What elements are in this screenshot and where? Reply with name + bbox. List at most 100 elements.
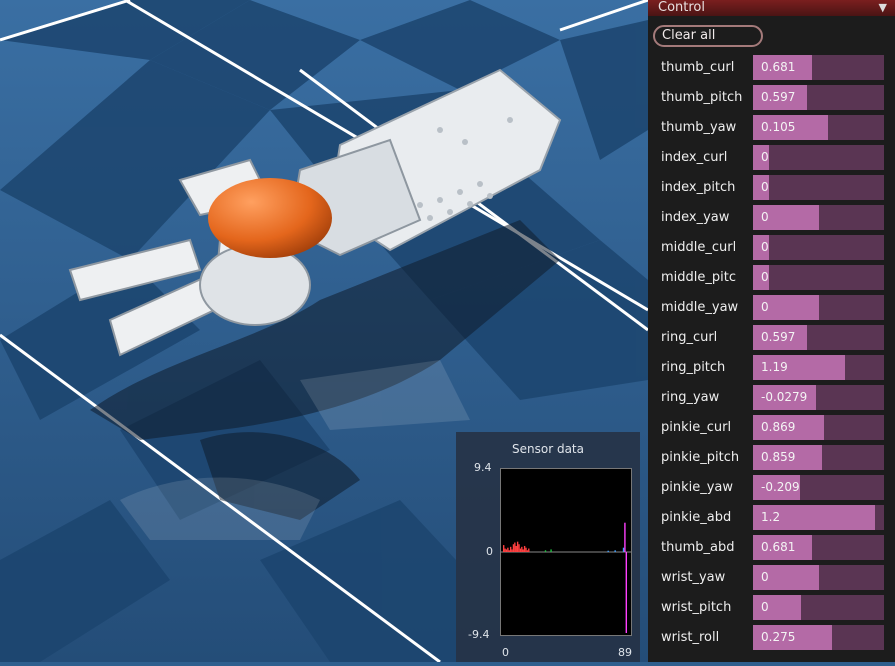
slider-label: index_pitch <box>661 180 736 195</box>
slider-track[interactable]: 0 <box>753 145 884 170</box>
slider-label: thumb_yaw <box>661 120 737 135</box>
y-tick-min: -9.4 <box>468 628 490 641</box>
triangle-down-icon[interactable]: ▼ <box>879 0 887 15</box>
chart-title: Sensor data <box>512 442 584 456</box>
slider-value: 0.681 <box>761 60 796 74</box>
slider-row-wrist-pitch: wrist_pitch 0 <box>648 593 895 623</box>
sensor-bar <box>512 544 515 552</box>
slider-label: thumb_pitch <box>661 90 743 105</box>
sensor-bar <box>508 550 510 552</box>
slider-label: wrist_yaw <box>661 570 726 585</box>
slider-value: 0.681 <box>761 540 796 554</box>
slider-value: 1.19 <box>761 360 788 374</box>
x-tick-max: 89 <box>618 646 632 659</box>
sensor-bar <box>625 552 628 633</box>
sensor-bar <box>516 541 519 552</box>
sensor-bar <box>518 544 520 552</box>
y-tick-max: 9.4 <box>474 461 492 474</box>
sensor-bar <box>614 550 616 552</box>
slider-row-index-pitch: index_pitch 0 <box>648 173 895 203</box>
slider-row-index-curl: index_curl 0 <box>648 143 895 173</box>
slider-track[interactable]: 0.597 <box>753 85 884 110</box>
slider-label: index_curl <box>661 150 728 165</box>
slider-track[interactable]: 0 <box>753 265 884 290</box>
slider-row-ring-pitch: ring_pitch 1.19 <box>648 353 895 383</box>
slider-value: -0.209 <box>761 480 800 494</box>
sensor-bar <box>525 547 527 552</box>
sensor-bar <box>521 546 523 552</box>
slider-value: 0 <box>761 240 769 254</box>
slider-label: pinkie_yaw <box>661 480 734 495</box>
sensor-bar <box>526 550 529 552</box>
slider-value: 0.597 <box>761 90 796 104</box>
slider-row-thumb-yaw: thumb_yaw 0.105 <box>648 113 895 143</box>
slider-row-thumb-curl: thumb_curl 0.681 <box>648 53 895 83</box>
slider-label: pinkie_pitch <box>661 450 740 465</box>
slider-track[interactable]: 0 <box>753 175 884 200</box>
sensor-bar <box>607 550 609 552</box>
sensor-bar <box>503 545 505 552</box>
slider-track[interactable]: 0.681 <box>753 535 884 560</box>
x-tick-min: 0 <box>502 646 509 659</box>
slider-label: ring_yaw <box>661 390 720 405</box>
slider-value: 0 <box>761 150 769 164</box>
slider-row-pinkie-curl: pinkie_curl 0.869 <box>648 413 895 443</box>
slider-row-index-yaw: index_yaw 0 <box>648 203 895 233</box>
slider-label: pinkie_abd <box>661 510 732 525</box>
slider-track[interactable]: 0 <box>753 595 884 620</box>
slider-track[interactable]: 0.859 <box>753 445 884 470</box>
slider-row-ring-yaw: ring_yaw -0.0279 <box>648 383 895 413</box>
sensor-bar <box>507 547 509 552</box>
sensor-bar <box>509 546 512 552</box>
sensor-bar <box>514 542 516 552</box>
slider-row-thumb-pitch: thumb_pitch 0.597 <box>648 83 895 113</box>
slider-value: 0.869 <box>761 420 796 434</box>
slider-value: 0 <box>761 270 769 284</box>
slider-label: index_yaw <box>661 210 730 225</box>
slider-track[interactable]: 0 <box>753 235 884 260</box>
slider-track[interactable]: -0.0279 <box>753 385 884 410</box>
slider-row-wrist-roll: wrist_roll 0.275 <box>648 623 895 653</box>
sensor-bar <box>515 545 517 552</box>
slider-track[interactable]: 1.2 <box>753 505 884 530</box>
control-panel: Control ▼ Clear all thumb_curl 0.681 thumb… <box>648 0 895 662</box>
slider-track[interactable]: 0.681 <box>753 55 884 80</box>
slider-track[interactable]: 0.869 <box>753 415 884 440</box>
slider-value: 0.105 <box>761 120 796 134</box>
slider-label: pinkie_curl <box>661 420 732 435</box>
slider-value: 0 <box>761 600 769 614</box>
slider-track[interactable]: 0 <box>753 565 884 590</box>
y-tick-zero: 0 <box>486 545 493 558</box>
slider-row-pinkie-abd: pinkie_abd 1.2 <box>648 503 895 533</box>
slider-track[interactable]: 0.275 <box>753 625 884 650</box>
clear-all-button[interactable]: Clear all <box>653 25 763 47</box>
slider-track[interactable]: 1.19 <box>753 355 884 380</box>
sensor-bar <box>505 549 508 552</box>
slider-value: 0 <box>761 300 769 314</box>
sensor-bar <box>522 549 524 552</box>
slider-row-pinkie-pitch: pinkie_pitch 0.859 <box>648 443 895 473</box>
slider-label: ring_curl <box>661 330 718 345</box>
slider-label: thumb_abd <box>661 540 735 555</box>
panel-header[interactable]: Control ▼ <box>648 0 895 16</box>
slider-track[interactable]: 0 <box>753 205 884 230</box>
slider-track[interactable]: 0.105 <box>753 115 884 140</box>
slider-row-middle-curl: middle_curl 0 <box>648 233 895 263</box>
slider-value: 0 <box>761 210 769 224</box>
slider-row-middle-yaw: middle_yaw 0 <box>648 293 895 323</box>
slider-value: 0.275 <box>761 630 796 644</box>
slider-label: middle_yaw <box>661 300 739 315</box>
slider-label: middle_pitc <box>661 270 736 285</box>
slider-label: wrist_roll <box>661 630 720 645</box>
sensor-data-chart: Sensor data 9.4 0 -9.4 0 89 <box>456 432 640 662</box>
plot-area <box>500 468 632 636</box>
slider-track[interactable]: -0.209 <box>753 475 884 500</box>
slider-track[interactable]: 0.597 <box>753 325 884 350</box>
plot-svg <box>501 522 631 633</box>
sensor-bar <box>622 547 625 552</box>
slider-row-pinkie-yaw: pinkie_yaw -0.209 <box>648 473 895 503</box>
sensor-bar <box>528 548 530 552</box>
slider-value: 1.2 <box>761 510 781 524</box>
slider-track[interactable]: 0 <box>753 295 884 320</box>
slider-label: middle_curl <box>661 240 737 255</box>
